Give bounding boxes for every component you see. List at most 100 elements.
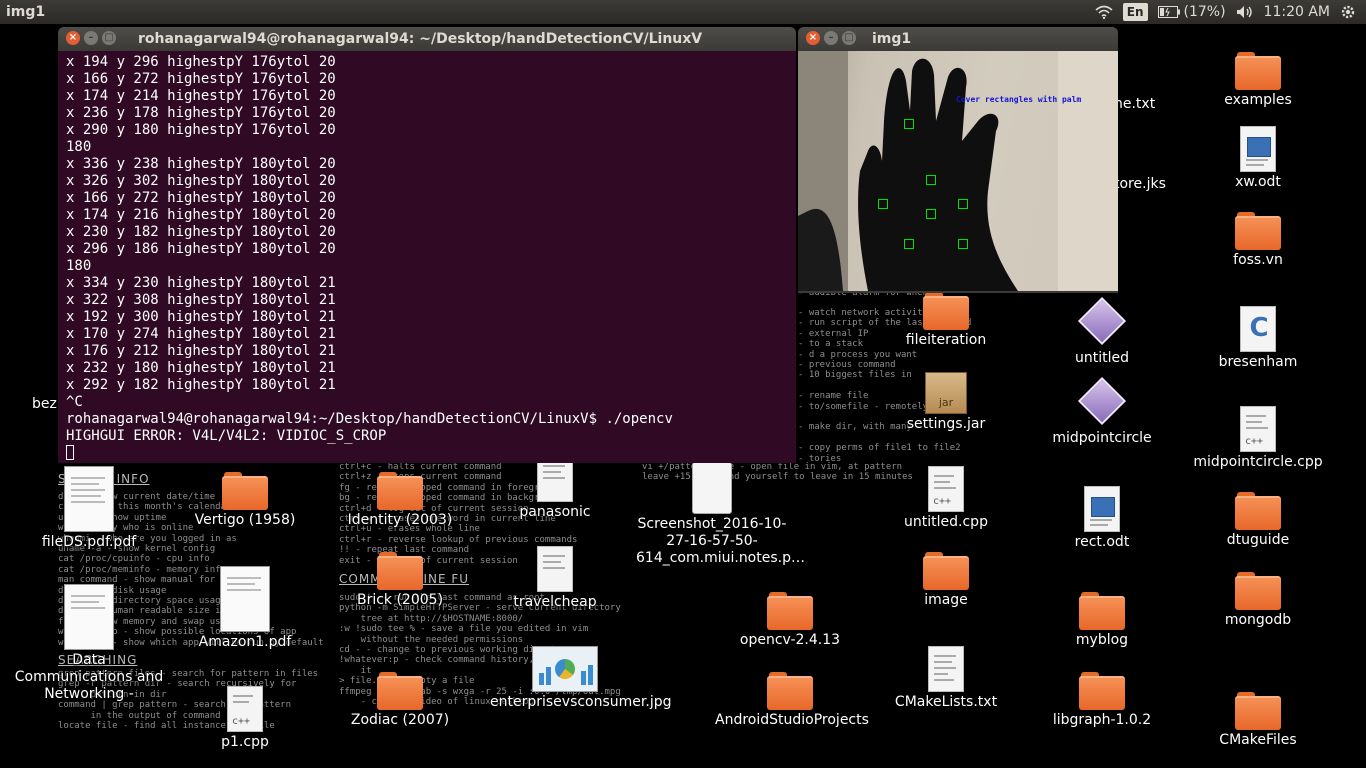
folder-icon (767, 592, 813, 630)
desktop-icon-screenshot[interactable]: Screenshot_2016-10-27-16-57-50-614_com.m… (636, 462, 805, 567)
terminal-line: x 290 y 180 highestpY 176ytol 20 (66, 122, 336, 138)
battery-icon (1157, 6, 1180, 18)
desktop-icon-untitled[interactable]: untitled (1027, 296, 1177, 367)
desktop-icon-identity[interactable]: Identity (2003) (325, 472, 475, 529)
document-icon (1240, 126, 1276, 172)
terminal-line: x 174 y 216 highestpY 180ytol 20 (66, 207, 336, 223)
drawing-file-icon (1077, 376, 1127, 426)
terminal-line: x 170 y 274 highestpY 180ytol 21 (66, 326, 336, 342)
desktop-icon-androidstudioprojects[interactable]: AndroidStudioProjects (715, 672, 869, 729)
terminal-line: 180 (66, 139, 92, 155)
desktop-icon-dtuguide[interactable]: dtuguide (1183, 492, 1333, 549)
wifi-icon[interactable] (1095, 5, 1113, 19)
desktop-icon-fileds-pdf[interactable]: fileDS.pdf.pdf (14, 466, 164, 551)
desktop-icon-travelcheap[interactable]: travelcheap (480, 546, 630, 611)
desktop-icon-brick[interactable]: Brick (2005) (325, 552, 475, 609)
terminal-line: x 326 y 302 highestpY 180ytol 20 (66, 173, 336, 189)
desktop-icon-bresenham[interactable]: Cbresenham (1183, 306, 1333, 371)
terminal-line: x 174 y 214 highestpY 176ytol 20 (66, 88, 336, 104)
desktop-icon-examples[interactable]: examples (1183, 52, 1333, 109)
desktop-icon-midpointcircle-cpp[interactable]: c++ midpointcircle.cpp (1183, 406, 1333, 471)
terminal-title: rohanagarwal94@rohanagarwal94: ~/Desktop… (138, 31, 703, 47)
image-thumbnail-icon (532, 646, 598, 692)
palm-rectangle (958, 239, 968, 249)
terminal-line: x 166 y 272 highestpY 180ytol 20 (66, 190, 336, 206)
close-button[interactable]: × (806, 31, 820, 45)
instruction-overlay: Cover rectangles with palm (956, 95, 1082, 104)
jar-archive-icon: jar (925, 372, 967, 414)
desktop-icon-data-communications[interactable]: Data Communications and Networking - (14, 584, 164, 703)
folder-icon (1235, 692, 1281, 730)
folder-icon (923, 292, 969, 330)
folder-icon (377, 672, 423, 710)
terminal-line: x 232 y 180 highestpY 180ytol 21 (66, 360, 336, 376)
clock[interactable]: 11:20 AM (1264, 0, 1330, 24)
desktop-icon-untitled-cpp[interactable]: c++ untitled.cpp (871, 466, 1021, 531)
terminal-output[interactable]: x 194 y 296 highestpY 176ytol 20 x 166 y … (66, 54, 790, 463)
terminal-cursor (66, 445, 74, 460)
palm-rectangle (904, 239, 914, 249)
terminal-titlebar[interactable]: × – □ rohanagarwal94@rohanagarwal94: ~/D… (58, 27, 796, 51)
image-window[interactable]: × – □ img1 Cover rectangles with palm (798, 27, 1118, 293)
maximize-button[interactable]: □ (842, 31, 856, 45)
desktop-icon-cmakefiles[interactable]: CMakeFiles (1183, 692, 1333, 749)
cpp-file-icon: c++ (227, 686, 263, 732)
palm-rectangle (926, 209, 936, 219)
maximize-button[interactable]: □ (102, 31, 116, 45)
battery-percent: (17%) (1183, 4, 1226, 20)
desktop-icon-vertigo[interactable]: Vertigo (1958) (170, 472, 320, 529)
terminal-window[interactable]: × – □ rohanagarwal94@rohanagarwal94: ~/D… (58, 27, 796, 463)
cpp-file-icon: c++ (1240, 406, 1276, 452)
drawing-file-icon (1077, 296, 1127, 346)
desktop-icon-opencv[interactable]: opencv-2.4.13 (715, 592, 865, 649)
desktop-icon-amazon1-pdf[interactable]: Amazon1.pdf (170, 566, 320, 651)
desktop-icon-myblog[interactable]: myblog (1027, 592, 1177, 649)
pdf-thumbnail-icon (64, 584, 114, 650)
desktop-icon-cmakelists[interactable]: CMakeLists.txt (871, 646, 1021, 711)
folder-icon (1079, 592, 1125, 630)
gear-icon[interactable] (1340, 4, 1356, 20)
keyboard-language-indicator[interactable]: En (1122, 3, 1148, 21)
folder-icon (377, 472, 423, 510)
battery-indicator[interactable]: (17%) (1157, 0, 1226, 24)
desktop-icon-mongodb[interactable]: mongodb (1183, 572, 1333, 629)
palm-rectangle (878, 199, 888, 209)
image-window-titlebar[interactable]: × – □ img1 (798, 27, 1118, 51)
terminal-line: x 194 y 296 highestpY 176ytol 20 (66, 54, 336, 70)
terminal-line: x 192 y 300 highestpY 180ytol 21 (66, 309, 336, 325)
desktop-icon-libgraph[interactable]: libgraph-1.0.2 (1027, 672, 1177, 729)
desktop-icon-enterprisevsconsumer[interactable]: enterprisevsconsumer.jpg (490, 646, 672, 711)
desktop-icon-settings-jar[interactable]: jar settings.jar (871, 372, 1021, 433)
folder-icon (923, 552, 969, 590)
text-file-icon (537, 546, 573, 592)
active-app-title[interactable]: img1 (6, 0, 45, 24)
folder-icon (1235, 212, 1281, 250)
terminal-line: rohanagarwal94@rohanagarwal94:~/Desktop/… (66, 411, 673, 427)
terminal-line: x 236 y 178 highestpY 176ytol 20 (66, 105, 336, 121)
close-button[interactable]: × (66, 31, 80, 45)
image-window-title: img1 (872, 31, 912, 47)
desktop-icon-midpointcircle[interactable]: midpointcircle (1027, 376, 1177, 447)
terminal-line: x 296 y 186 highestpY 180ytol 20 (66, 241, 336, 257)
desktop-icon-fileiteration[interactable]: fileiteration (871, 292, 1021, 349)
pdf-thumbnail-icon (220, 566, 270, 632)
desktop-icon-rect-odt[interactable]: rect.odt (1027, 486, 1177, 551)
desktop-icon-panasonic[interactable]: panasonic (480, 456, 630, 521)
hand-silhouette (798, 51, 1118, 291)
terminal-line: 180 (66, 258, 92, 274)
pdf-thumbnail-icon (64, 466, 114, 532)
desktop-icon-xw-odt[interactable]: xw.odt (1183, 126, 1333, 191)
minimize-button[interactable]: – (84, 31, 98, 45)
folder-icon (767, 672, 813, 710)
palm-rectangle (904, 119, 914, 129)
terminal-line: ^C (66, 394, 83, 410)
desktop-icon-p1-cpp[interactable]: c++ p1.cpp (170, 686, 320, 751)
desktop-icon-zodiac[interactable]: Zodiac (2007) (325, 672, 475, 729)
volume-icon[interactable] (1236, 5, 1254, 19)
desktop-icon-image[interactable]: image (871, 552, 1021, 609)
terminal-line: HIGHGUI ERROR: V4L/V4L2: VIDIOC_S_CROP (66, 428, 387, 444)
text-file-icon (928, 646, 964, 692)
minimize-button[interactable]: – (824, 31, 838, 45)
desktop-icon-foss-vn[interactable]: foss.vn (1183, 212, 1333, 269)
folder-icon (222, 472, 268, 510)
